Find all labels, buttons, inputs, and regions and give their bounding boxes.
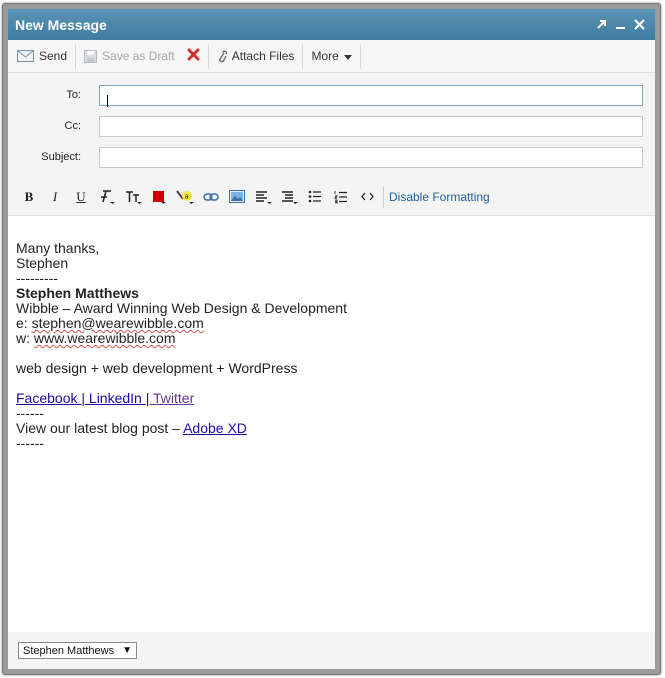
cc-input[interactable] bbox=[99, 115, 643, 137]
red-x-icon bbox=[187, 48, 200, 64]
sig-tagline: web design + web development + WordPress bbox=[16, 360, 298, 376]
underline-button[interactable]: U bbox=[68, 186, 94, 208]
to-input[interactable] bbox=[99, 84, 643, 106]
from-account-value: Stephen Matthews bbox=[23, 644, 115, 657]
close-icon[interactable] bbox=[630, 17, 648, 33]
subject-label: Subject: bbox=[41, 151, 81, 163]
sig-rule-3: ------ bbox=[16, 435, 44, 451]
subject-input[interactable] bbox=[99, 146, 643, 168]
formatting-toolbar: B I U a Disable Formatting bbox=[8, 178, 655, 216]
facebook-link[interactable]: Facebook bbox=[16, 390, 81, 406]
toolbar-divider bbox=[302, 43, 304, 69]
indent-icon[interactable] bbox=[276, 186, 302, 208]
window-title: New Message bbox=[15, 16, 107, 33]
font-size-icon[interactable] bbox=[120, 186, 146, 208]
envelope-icon bbox=[17, 50, 34, 62]
toolbar-divider bbox=[359, 43, 361, 69]
attach-files-button[interactable]: Attach Files bbox=[211, 44, 301, 69]
sig-thanks: Many thanks, bbox=[16, 240, 100, 256]
sig-web-line: w: www.wearewibble.com bbox=[16, 331, 655, 346]
bold-button[interactable]: B bbox=[16, 186, 42, 208]
sig-rule-2: ------ bbox=[16, 405, 44, 421]
footer-bar: Stephen Matthews ▼ bbox=[8, 632, 655, 669]
minimize-icon[interactable] bbox=[611, 17, 629, 33]
action-toolbar: Send Save as Draft Attach Files More bbox=[8, 40, 655, 73]
source-code-icon[interactable] bbox=[354, 186, 380, 208]
send-button[interactable]: Send bbox=[11, 44, 73, 69]
to-row: To: bbox=[8, 84, 655, 106]
toolbar-divider bbox=[207, 43, 209, 69]
sig-email-prefix: e: bbox=[16, 315, 32, 331]
window-frame: New Message Send Save as Draft Attach Fi… bbox=[2, 3, 661, 675]
title-bar[interactable]: New Message bbox=[8, 9, 655, 40]
sig-email: stephen@wearewibble.com bbox=[31, 315, 204, 331]
from-account-select[interactable]: Stephen Matthews ▼ bbox=[18, 642, 138, 659]
highlight-color-icon[interactable]: a bbox=[172, 186, 198, 208]
sig-first-name: Stephen bbox=[16, 255, 69, 271]
more-menu-button[interactable]: More bbox=[305, 44, 357, 69]
insert-link-icon[interactable] bbox=[198, 186, 224, 208]
sig-social-line: Facebook | LinkedIn | Twitter bbox=[16, 391, 655, 406]
toolbar-divider bbox=[75, 43, 77, 69]
paperclip-icon bbox=[217, 50, 227, 63]
disable-formatting-link[interactable]: Disable Formatting bbox=[389, 190, 490, 204]
more-label: More bbox=[311, 49, 339, 63]
linkedin-link[interactable]: LinkedIn bbox=[85, 390, 146, 406]
floppy-disk-icon bbox=[84, 49, 98, 63]
sig-name: Stephen Matthews bbox=[16, 285, 139, 301]
align-icon[interactable] bbox=[250, 186, 276, 208]
sig-email-line: e: stephen@wearewibble.com bbox=[16, 316, 655, 331]
send-label: Send bbox=[39, 49, 68, 63]
italic-button[interactable]: I bbox=[42, 186, 68, 208]
save-draft-label: Save as Draft bbox=[102, 49, 175, 63]
dropdown-arrow-icon: ▼ bbox=[122, 645, 133, 656]
to-label: To: bbox=[66, 89, 81, 101]
sig-blog-prefix: View our latest blog post – bbox=[16, 420, 184, 436]
format-divider bbox=[383, 185, 384, 208]
attach-files-label: Attach Files bbox=[231, 49, 295, 63]
twitter-link[interactable]: Twitter bbox=[149, 390, 194, 406]
message-body[interactable]: Many thanks, Stephen --------- Stephen M… bbox=[8, 222, 655, 632]
popout-icon[interactable] bbox=[592, 17, 610, 33]
blog-post-link[interactable]: Adobe XD bbox=[183, 420, 247, 436]
message-headers: To: Cc: Subject: bbox=[8, 73, 655, 178]
text-cursor bbox=[107, 95, 108, 107]
svg-text:a: a bbox=[185, 193, 189, 201]
save-draft-button[interactable]: Save as Draft bbox=[78, 44, 181, 69]
numbered-list-icon[interactable] bbox=[328, 186, 354, 208]
compose-window: New Message Send Save as Draft Attach Fi… bbox=[8, 9, 655, 669]
cc-label: Cc: bbox=[64, 120, 82, 132]
font-family-icon[interactable] bbox=[94, 186, 120, 208]
subject-row: Subject: bbox=[8, 146, 655, 168]
caret-down-icon bbox=[343, 49, 352, 63]
sig-company: Wibble – Award Winning Web Design & Deve… bbox=[16, 300, 347, 316]
sig-blog-line: View our latest blog post – Adobe XD bbox=[16, 421, 655, 436]
cc-row: Cc: bbox=[8, 115, 655, 137]
bullet-list-icon[interactable] bbox=[302, 186, 328, 208]
sig-web: www.wearewibble.com bbox=[33, 330, 176, 346]
sig-web-prefix: w: bbox=[16, 330, 34, 346]
insert-image-icon[interactable] bbox=[224, 186, 250, 208]
discard-button[interactable] bbox=[181, 44, 206, 69]
sig-rule-1: --------- bbox=[16, 270, 58, 286]
text-color-icon[interactable] bbox=[146, 186, 172, 208]
